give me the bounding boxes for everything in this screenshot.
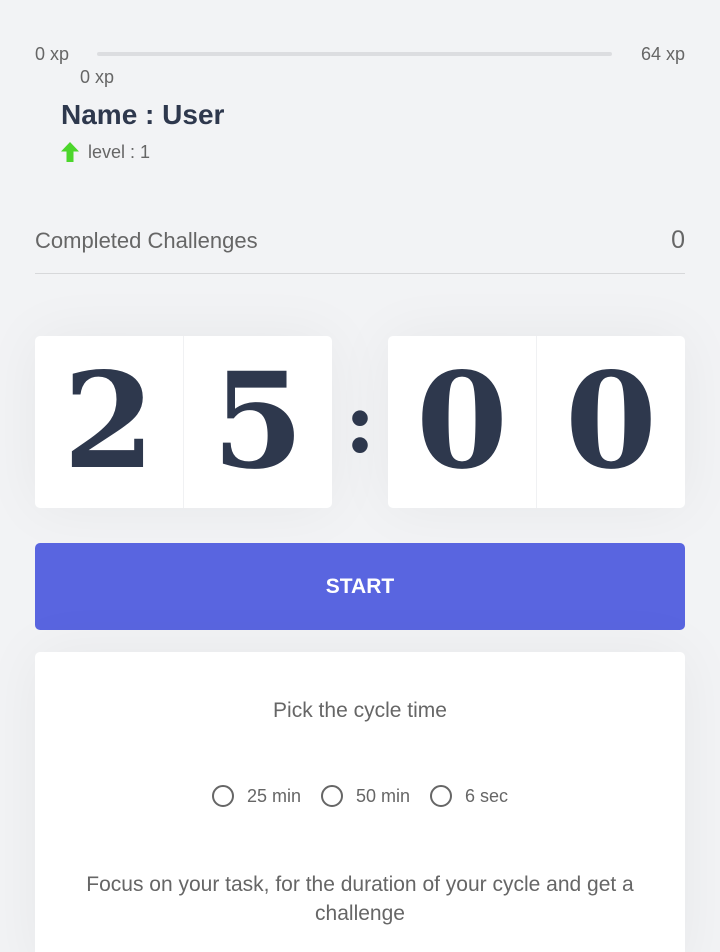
level-label: level : 1 (88, 141, 151, 162)
radio-button[interactable] (430, 785, 453, 807)
xp-current-label: 0 xp (80, 67, 115, 87)
seconds-display: 0 0 (388, 336, 685, 508)
minutes-tens-digit: 2 (35, 336, 184, 508)
profile-level: level : 1 (60, 140, 150, 164)
cycle-option-label: 50 min (355, 785, 411, 806)
start-button[interactable]: START (35, 543, 685, 630)
minutes-display: 2 5 (35, 336, 332, 508)
cycle-time-title: Pick the cycle time (273, 699, 447, 722)
xp-min-label: 0 xp (35, 44, 70, 64)
seconds-tens-digit: 0 (388, 336, 537, 508)
completed-challenges-label: Completed Challenges (35, 228, 258, 253)
minutes-ones-digit: 5 (212, 344, 304, 499)
cycle-option-25-min[interactable]: 25 min (211, 785, 301, 807)
xp-progress-track (97, 52, 612, 56)
level-up-arrow-icon (61, 142, 79, 162)
completed-challenges-count: 0 (671, 226, 685, 254)
xp-max-label: 64 xp (640, 44, 685, 64)
radio-button[interactable] (211, 785, 234, 807)
experience-bar: 0 xp 64 xp (35, 44, 685, 66)
cycle-option-label: 25 min (246, 785, 301, 806)
cycle-time-description: Focus on your task, for the duration of … (86, 873, 634, 925)
cycle-time-options: 25 min 50 min 6 sec (35, 785, 685, 807)
seconds-ones-digit: 0 (565, 344, 657, 499)
radio-button[interactable] (320, 785, 343, 807)
countdown-timer: 2 5 : 0 0 (35, 336, 685, 508)
completed-challenges: Completed Challenges 0 (35, 222, 685, 274)
cycle-option-50-min[interactable]: 50 min (320, 785, 411, 807)
cycle-option-label: 6 sec (465, 785, 509, 806)
cycle-time-card: Pick the cycle time 25 min 50 min 6 sec … (35, 652, 685, 952)
profile-name: Name : User (61, 99, 225, 130)
app-page: 0 xp 64 xp 0 xp Name : User level : 1 Co… (0, 0, 720, 952)
time-separator: : (344, 372, 376, 472)
cycle-option-6-sec[interactable]: 6 sec (430, 785, 508, 807)
